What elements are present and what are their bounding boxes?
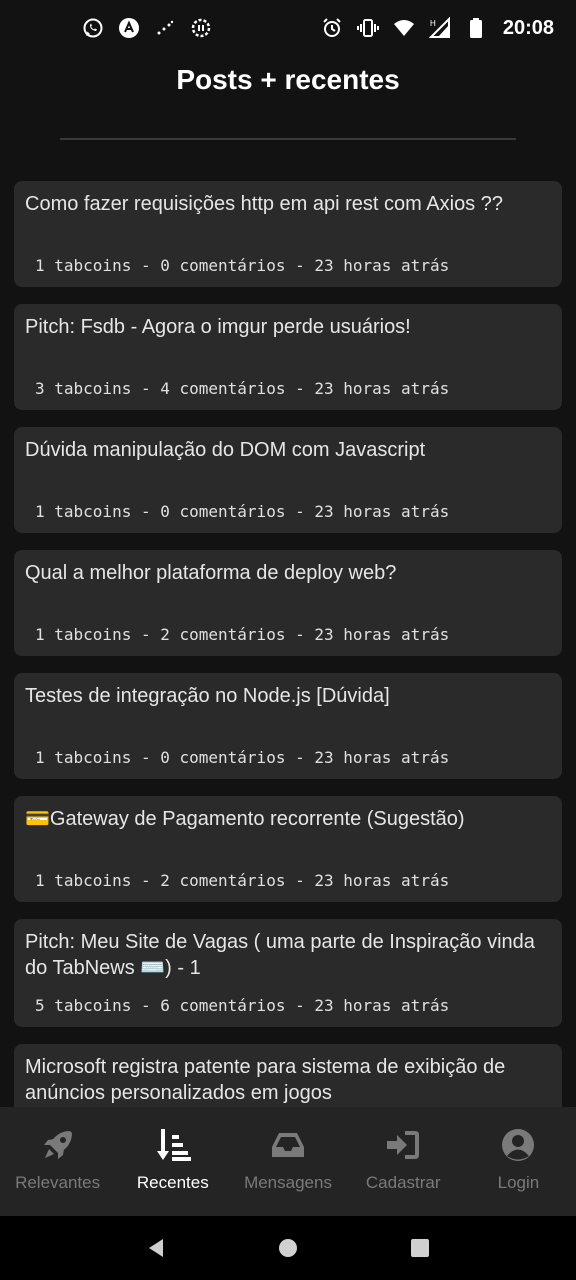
status-left-icons <box>82 17 212 39</box>
battery-icon <box>465 17 487 39</box>
post-card[interactable]: Testes de integração no Node.js [Dúvida]… <box>14 673 562 779</box>
post-feed[interactable]: Como fazer requisições http em api rest … <box>14 181 562 1107</box>
status-time: 20:08 <box>502 16 554 39</box>
app-icon <box>118 17 140 39</box>
post-card[interactable]: Dúvida manipulação do DOM com Javascript… <box>14 427 562 533</box>
post-card[interactable]: 💳Gateway de Pagamento recorrente (Sugest… <box>14 796 562 902</box>
post-card[interactable]: Qual a melhor plataforma de deploy web? … <box>14 550 562 656</box>
post-card[interactable]: Pitch: Fsdb - Agora o imgur perde usuári… <box>14 304 562 410</box>
nav-item-relevantes[interactable]: Relevantes <box>0 1107 115 1216</box>
nav-label: Mensagens <box>244 1173 332 1192</box>
notification-icon <box>190 17 212 39</box>
status-bar: H 20:08 <box>0 0 576 56</box>
post-meta: 1 tabcoins - 0 comentários - 23 horas at… <box>35 256 450 275</box>
post-meta: 5 tabcoins - 6 comentários - 23 horas at… <box>35 996 450 1015</box>
home-icon[interactable] <box>268 1228 308 1268</box>
rocket-icon <box>38 1125 78 1165</box>
nav-label: Login <box>497 1173 540 1192</box>
post-meta: 1 tabcoins - 2 comentários - 23 horas at… <box>35 625 450 644</box>
nav-label: Recentes <box>136 1173 209 1192</box>
app-screen: H 20:08 Posts + recentes Como fazer requ… <box>0 0 576 1280</box>
post-title[interactable]: Microsoft registra patente para sistema … <box>25 1054 551 1106</box>
sort-recent-icon <box>153 1125 193 1165</box>
post-title[interactable]: Dúvida manipulação do DOM com Javascript <box>25 437 551 463</box>
post-meta: 3 tabcoins - 4 comentários - 23 horas at… <box>35 379 450 398</box>
post-title[interactable]: Testes de integração no Node.js [Dúvida] <box>25 683 551 709</box>
post-card[interactable]: Como fazer requisições http em api rest … <box>14 181 562 287</box>
page-title: Posts + recentes <box>176 64 400 95</box>
post-title[interactable]: Como fazer requisições http em api rest … <box>25 191 551 217</box>
nav-item-recentes[interactable]: Recentes <box>115 1107 230 1216</box>
nav-item-login[interactable]: Login <box>461 1107 576 1216</box>
post-title[interactable]: Pitch: Fsdb - Agora o imgur perde usuári… <box>25 314 551 340</box>
post-card[interactable]: Microsoft registra patente para sistema … <box>14 1044 562 1107</box>
header-divider <box>60 138 516 140</box>
post-title[interactable]: Qual a melhor plataforma de deploy web? <box>25 560 551 586</box>
nav-label: Relevantes <box>15 1173 101 1192</box>
signal-dots-icon <box>154 17 176 39</box>
nav-item-cadastrar[interactable]: Cadastrar <box>346 1107 461 1216</box>
system-nav-bar <box>0 1216 576 1280</box>
alarm-icon <box>321 17 343 39</box>
whatsapp-icon <box>82 17 104 39</box>
post-title[interactable]: 💳Gateway de Pagamento recorrente (Sugest… <box>25 806 551 832</box>
svg-text:H: H <box>430 19 436 28</box>
status-right-icons: H 20:08 <box>321 17 554 40</box>
page-header: Posts + recentes <box>0 56 576 106</box>
post-title[interactable]: Pitch: Meu Site de Vagas ( uma parte de … <box>25 929 551 981</box>
sign-in-icon <box>383 1125 423 1165</box>
post-meta: 1 tabcoins - 0 comentários - 23 horas at… <box>35 748 450 767</box>
inbox-icon <box>268 1125 308 1165</box>
user-circle-icon <box>498 1125 538 1165</box>
post-card[interactable]: Pitch: Meu Site de Vagas ( uma parte de … <box>14 919 562 1027</box>
recents-icon[interactable] <box>400 1228 440 1268</box>
cell-signal-icon: H <box>428 17 451 39</box>
nav-item-mensagens[interactable]: Mensagens <box>230 1107 345 1216</box>
back-icon[interactable] <box>136 1228 176 1268</box>
wifi-icon <box>393 17 415 39</box>
nav-label: Cadastrar <box>365 1173 441 1192</box>
post-meta: 1 tabcoins - 2 comentários - 23 horas at… <box>35 871 450 890</box>
post-meta: 1 tabcoins - 0 comentários - 23 horas at… <box>35 502 450 521</box>
vibrate-icon <box>356 17 379 39</box>
bottom-nav: Relevantes Recentes Mensagens Cadastrar … <box>0 1107 576 1216</box>
